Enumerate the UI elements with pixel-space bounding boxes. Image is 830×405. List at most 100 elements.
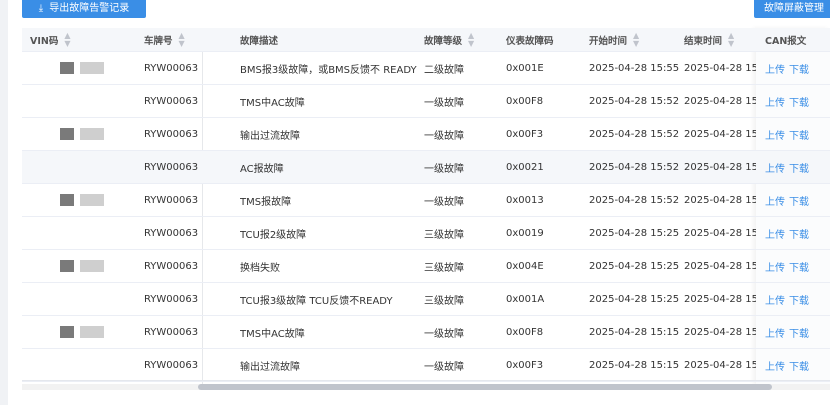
sort-icon[interactable]: ▲ ▼ [728, 31, 734, 48]
vin-cell [30, 349, 140, 381]
end-time-cell: 2025-04-28 15:2 [684, 293, 756, 305]
header-can: CAN报文 [765, 35, 807, 47]
fault-table: VIN码 ▲ ▼ 车牌号 ▲ ▼ 故障描述 故障等级 ▲ ▼ 仪表故障码 开始时间 ▲ ▼ 结束… [22, 28, 830, 384]
vin-cell [30, 184, 140, 216]
level-cell: 一级故障 [424, 196, 464, 208]
level-cell: 一级故障 [424, 328, 464, 340]
upload-link[interactable]: 上传 [765, 160, 785, 175]
can-cell: 上传 下载 [765, 118, 830, 150]
header-plate[interactable]: 车牌号 ▲ ▼ [144, 28, 204, 51]
vin-redacted [30, 62, 104, 74]
upload-link[interactable]: 上传 [765, 259, 785, 274]
code-cell: 0x00F3 [506, 128, 544, 140]
sort-icon[interactable]: ▲ ▼ [468, 31, 474, 48]
table-row[interactable]: RYW00063 AC报故障 一级故障 0x0021 2025-04-28 15… [22, 151, 830, 184]
code-cell: 0x0019 [506, 227, 544, 239]
can-cell: 上传 下载 [765, 151, 830, 183]
upload-link[interactable]: 上传 [765, 61, 785, 76]
table-row[interactable]: RYW00063 BMS报3级故障，或BMS反馈不 READY 二级故障 0x0… [22, 52, 830, 85]
sort-icon[interactable]: ▲ ▼ [64, 31, 70, 48]
table-row[interactable]: RYW00063 TMS中AC故障 一级故障 0x00F8 2025-04-28… [22, 316, 830, 349]
upload-link[interactable]: 上传 [765, 325, 785, 340]
start-time-cell: 2025-04-28 15:15 [589, 359, 680, 371]
desc-cell: TMS中AC故障 [240, 328, 305, 340]
vin-cell [30, 217, 140, 249]
upload-link[interactable]: 上传 [765, 127, 785, 142]
level-cell: 一级故障 [424, 97, 464, 109]
header-start-time[interactable]: 开始时间 ▲ ▼ [589, 28, 681, 51]
table-row[interactable]: RYW00063 TCU报2级故障 三级故障 0x0019 2025-04-28… [22, 217, 830, 250]
export-fault-records-button[interactable]: ⤓ 导出故障告警记录 [22, 0, 146, 18]
can-cell: 上传 下载 [765, 52, 830, 84]
vin-cell [30, 118, 140, 150]
download-link[interactable]: 下载 [789, 325, 809, 340]
vin-redacted [30, 326, 104, 338]
upload-link[interactable]: 上传 [765, 292, 785, 307]
vin-cell [30, 151, 140, 183]
can-cell: 上传 下载 [765, 349, 830, 381]
download-link[interactable]: 下载 [789, 292, 809, 307]
code-cell: 0x0013 [506, 194, 544, 206]
end-time-cell: 2025-04-28 15:2 [684, 227, 756, 239]
level-cell: 一级故障 [424, 130, 464, 142]
download-link[interactable]: 下载 [789, 127, 809, 142]
start-time-cell: 2025-04-28 15:52 [589, 95, 680, 107]
header-code: 仪表故障码 [506, 35, 554, 47]
end-time-cell: 2025-04-28 15:1 [684, 359, 756, 371]
desc-cell: TMS报故障 [240, 196, 292, 208]
upload-link[interactable]: 上传 [765, 193, 785, 208]
download-link[interactable]: 下载 [789, 226, 809, 241]
download-link[interactable]: 下载 [789, 160, 809, 175]
code-cell: 0x001E [506, 62, 544, 74]
table-bottom-border [22, 380, 830, 381]
start-time-cell: 2025-04-28 15:25 [589, 227, 680, 239]
upload-link[interactable]: 上传 [765, 226, 785, 241]
vin-redacted [30, 194, 104, 206]
table-row[interactable]: RYW00063 输出过流故障 一级故障 0x00F3 2025-04-28 1… [22, 118, 830, 151]
horizontal-scrollbar-thumb[interactable] [198, 384, 772, 390]
vin-cell [30, 316, 140, 348]
desc-cell: TMS中AC故障 [240, 97, 305, 109]
download-link[interactable]: 下载 [789, 193, 809, 208]
sort-icon[interactable]: ▲ ▼ [633, 31, 639, 48]
upload-link[interactable]: 上传 [765, 358, 785, 373]
can-cell: 上传 下载 [765, 217, 830, 249]
plate-cell: RYW00063 [144, 184, 204, 216]
download-link[interactable]: 下载 [789, 94, 809, 109]
end-time-cell: 2025-04-28 15:5 [684, 95, 756, 107]
sort-icon[interactable]: ▲ ▼ [179, 31, 185, 48]
table-row[interactable]: RYW00063 输出过流故障 一级故障 0x00F3 2025-04-28 1… [22, 349, 830, 382]
code-cell: 0x00F3 [506, 359, 544, 371]
level-cell: 二级故障 [424, 64, 464, 76]
download-link[interactable]: 下载 [789, 61, 809, 76]
level-cell: 一级故障 [424, 361, 464, 373]
plate-cell: RYW00063 [144, 95, 199, 107]
plate-cell: RYW00063 [144, 62, 199, 74]
start-time-cell: 2025-04-28 15:52 [589, 161, 680, 173]
can-cell: 上传 下载 [765, 316, 830, 348]
download-link[interactable]: 下载 [789, 259, 809, 274]
desc-cell: BMS报3级故障，或BMS反馈不 READY [240, 64, 417, 76]
level-cell: 三级故障 [424, 295, 464, 307]
desc-cell: 输出过流故障 [240, 361, 300, 373]
download-link[interactable]: 下载 [789, 358, 809, 373]
start-time-cell: 2025-04-28 15:15 [589, 326, 680, 338]
header-vin[interactable]: VIN码 ▲ ▼ [30, 28, 140, 51]
table-row[interactable]: RYW00063 TMS中AC故障 一级故障 0x00F8 2025-04-28… [22, 85, 830, 118]
download-icon: ⤓ [38, 3, 44, 14]
plate-cell: RYW00063 [144, 161, 199, 173]
fault-record-page: ⤓ 导出故障告警记录 故障屏蔽管理 VIN码 ▲ ▼ 车牌号 ▲ ▼ 故障描述 故障等级 ▲… [0, 0, 830, 405]
header-level[interactable]: 故障等级 ▲ ▼ [424, 28, 499, 51]
end-time-cell: 2025-04-28 15:1 [684, 326, 756, 338]
upload-link[interactable]: 上传 [765, 94, 785, 109]
start-time-cell: 2025-04-28 15:25 [589, 293, 680, 305]
fault-shield-manage-button[interactable]: 故障屏蔽管理 [754, 0, 830, 18]
code-cell: 0x00F8 [506, 95, 544, 107]
table-row[interactable]: RYW00063 TCU报3级故障 TCU反馈不READY 三级故障 0x001… [22, 283, 830, 316]
table-row[interactable]: RYW00063 换档失败 三级故障 0x004E 2025-04-28 15:… [22, 250, 830, 283]
header-end-time[interactable]: 结束时间 ▲ ▼ [684, 28, 756, 51]
code-cell: 0x001A [506, 293, 545, 305]
table-row[interactable]: RYW00063 TMS报故障 一级故障 0x0013 2025-04-28 1… [22, 184, 830, 217]
start-time-cell: 2025-04-28 15:55 [589, 62, 680, 74]
end-time-cell: 2025-04-28 15:2 [684, 260, 756, 272]
